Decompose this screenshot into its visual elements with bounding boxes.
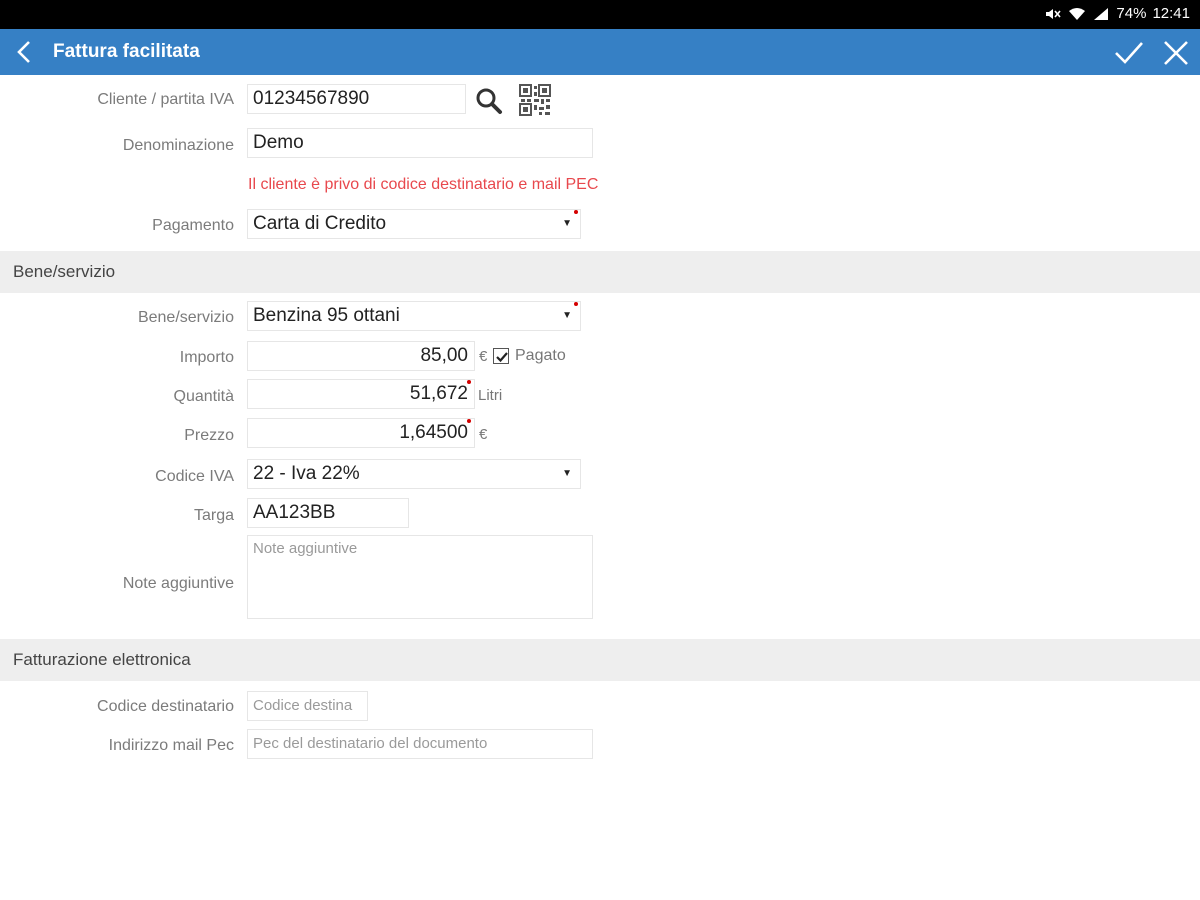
recipient-code-input[interactable]: Codice destina [247, 691, 368, 721]
pec-label: Indirizzo mail Pec [108, 737, 234, 754]
page-title: Fattura facilitata [53, 41, 200, 62]
payment-label: Pagamento [152, 217, 234, 234]
qr-code-icon[interactable] [519, 84, 551, 116]
required-marker [467, 380, 471, 384]
paid-label[interactable]: Pagato [515, 347, 566, 365]
dropdown-arrow-icon: ▼ [562, 310, 572, 321]
recipient-code-label: Codice destinatario [97, 698, 234, 715]
quantity-label: Quantità [173, 388, 234, 405]
quantity-input[interactable]: 51,672 [247, 379, 475, 409]
required-marker [574, 302, 578, 306]
required-marker [467, 419, 471, 423]
vat-code-label: Codice IVA [155, 468, 234, 485]
notes-textarea[interactable]: Note aggiuntive [247, 535, 593, 619]
section-goods-title: Bene/servizio [13, 262, 116, 281]
plate-input[interactable]: AA123BB [247, 498, 409, 528]
price-label: Prezzo [184, 427, 234, 444]
section-einvoice-title: Fatturazione elettronica [13, 650, 191, 669]
vat-label: Cliente / partita IVA [97, 91, 234, 108]
dropdown-arrow-icon: ▼ [562, 468, 572, 479]
amount-unit: € [479, 348, 488, 365]
amount-input[interactable]: 85,00 [247, 341, 475, 371]
vat-input[interactable]: 01234567890 [247, 84, 466, 114]
price-input[interactable]: 1,64500 [247, 418, 475, 448]
quantity-unit: Litri [478, 387, 503, 404]
wifi-icon [1069, 7, 1086, 20]
battery-level: 74% [1116, 5, 1147, 22]
search-icon[interactable] [474, 86, 504, 116]
plate-label: Targa [193, 507, 234, 524]
item-value: Benzina 95 ottani [253, 305, 400, 326]
section-goods: Bene/servizio [0, 251, 1200, 293]
payment-select[interactable]: Carta di Credito ▼ [247, 209, 581, 239]
required-marker [574, 210, 578, 214]
back-arrow-icon[interactable] [10, 36, 40, 68]
amount-label: Importo [179, 349, 234, 366]
check-icon[interactable] [1112, 37, 1146, 69]
clock: 12:41 [1152, 5, 1190, 22]
client-warning: Il cliente è privo di codice destinatari… [248, 176, 599, 193]
app-bar: Fattura facilitata [0, 29, 1200, 75]
signal-icon [1094, 7, 1109, 20]
pec-input[interactable]: Pec del destinatario del documento [247, 729, 593, 759]
paid-checkbox[interactable] [493, 348, 509, 364]
status-bar: 74% 12:41 [0, 0, 1200, 29]
notes-label: Note aggiuntive [122, 575, 234, 592]
payment-value: Carta di Credito [253, 213, 387, 234]
name-label: Denominazione [122, 137, 234, 154]
name-input[interactable]: Demo [247, 128, 593, 158]
price-unit: € [479, 426, 488, 443]
item-select[interactable]: Benzina 95 ottani ▼ [247, 301, 581, 331]
mute-icon [1046, 8, 1062, 19]
dropdown-arrow-icon: ▼ [562, 218, 572, 229]
item-label: Bene/servizio [137, 309, 234, 326]
vat-code-select[interactable]: 22 - Iva 22% ▼ [247, 459, 581, 489]
close-icon[interactable] [1160, 37, 1192, 69]
vat-code-value: 22 - Iva 22% [253, 463, 360, 484]
checkbox-checked-icon [496, 352, 508, 363]
section-einvoice: Fatturazione elettronica [0, 639, 1200, 681]
